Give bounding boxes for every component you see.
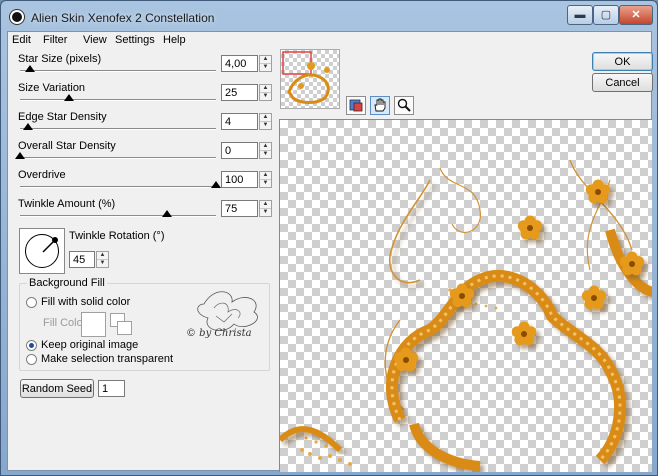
overall-star-density-spinner[interactable]: ▲ ▼ xyxy=(259,142,272,159)
slider-thumb[interactable] xyxy=(22,123,33,130)
watermark-text: © by Christa xyxy=(186,328,252,339)
zoom-tool[interactable] xyxy=(394,96,414,115)
spin-down-icon[interactable]: ▼ xyxy=(260,121,271,128)
twinkle-amount-input[interactable] xyxy=(221,200,258,217)
edge-star-density-spinner[interactable]: ▲ ▼ xyxy=(259,113,272,130)
spin-up-icon[interactable]: ▲ xyxy=(97,252,108,259)
spin-up-icon[interactable]: ▲ xyxy=(260,114,271,121)
app-icon[interactable] xyxy=(10,10,24,24)
star-size-input[interactable] xyxy=(221,55,258,72)
slider-label: Edge Star Density xyxy=(18,111,107,123)
random-seed-input[interactable] xyxy=(98,380,125,397)
spin-up-icon[interactable]: ▲ xyxy=(260,201,271,208)
star-size-spinner[interactable]: ▲ ▼ xyxy=(259,55,272,72)
size-variation-spinner[interactable]: ▲ ▼ xyxy=(259,84,272,101)
twinkle-rotation-spinner[interactable]: ▲ ▼ xyxy=(96,251,109,268)
random-seed-button[interactable]: Random Seed xyxy=(20,379,94,398)
spin-down-icon[interactable]: ▼ xyxy=(260,92,271,99)
rotation-handle[interactable] xyxy=(52,237,58,243)
minimize-button[interactable]: ▬ xyxy=(567,5,593,25)
rotation-dial[interactable] xyxy=(19,228,65,274)
overdrive-spinner[interactable]: ▲ ▼ xyxy=(259,171,272,188)
hand-icon xyxy=(374,98,386,112)
close-button[interactable]: ✕ xyxy=(619,5,653,25)
fill-color-swatch-bg[interactable] xyxy=(117,321,132,335)
spin-up-icon[interactable]: ▲ xyxy=(260,143,271,150)
menu-help[interactable]: Help xyxy=(163,34,186,46)
slider-track[interactable] xyxy=(20,70,216,72)
fill-color-label: Fill Color xyxy=(43,317,87,329)
slider-label: Overall Star Density xyxy=(18,140,116,152)
preview-compare-tool[interactable] xyxy=(346,96,366,115)
spin-down-icon[interactable]: ▼ xyxy=(97,259,108,266)
background-fill-title: Background Fill xyxy=(27,277,107,289)
slider-label: Overdrive xyxy=(18,169,66,181)
title-bar[interactable]: Alien Skin Xenofex 2 Constellation ▬ ▢ ✕ xyxy=(1,1,657,31)
menu-settings[interactable]: Settings xyxy=(115,34,155,46)
slider-track[interactable] xyxy=(20,186,216,188)
maximize-button[interactable]: ▢ xyxy=(593,5,619,25)
magnifier-icon xyxy=(397,98,411,112)
menu-view[interactable]: View xyxy=(83,34,107,46)
spin-down-icon[interactable]: ▼ xyxy=(260,208,271,215)
overdrive-input[interactable] xyxy=(221,171,258,188)
spin-down-icon[interactable]: ▼ xyxy=(260,150,271,157)
slider-thumb[interactable] xyxy=(162,210,172,217)
slider-track[interactable] xyxy=(20,128,216,130)
slider-thumb[interactable] xyxy=(15,152,25,159)
edge-star-density-input[interactable] xyxy=(221,113,258,130)
spin-down-icon[interactable]: ▼ xyxy=(260,63,271,70)
navigator-thumbnail[interactable] xyxy=(280,49,340,109)
twinkle-rotation-input[interactable] xyxy=(69,251,95,268)
spin-up-icon[interactable]: ▲ xyxy=(260,172,271,179)
plugin-window: Alien Skin Xenofex 2 Constellation ▬ ▢ ✕… xyxy=(0,0,658,476)
size-variation-input[interactable] xyxy=(221,84,258,101)
menu-bar: Edit Filter View Settings Help xyxy=(8,32,651,49)
hand-tool[interactable] xyxy=(370,96,390,115)
radio-keep-original[interactable] xyxy=(26,340,37,351)
window-title: Alien Skin Xenofex 2 Constellation xyxy=(31,11,215,25)
slider-thumb[interactable] xyxy=(211,181,221,188)
menu-filter[interactable]: Filter xyxy=(43,34,67,46)
twinkle-amount-spinner[interactable]: ▲ ▼ xyxy=(259,200,272,217)
preview-canvas[interactable] xyxy=(279,119,652,472)
spin-up-icon[interactable]: ▲ xyxy=(260,56,271,63)
overall-star-density-input[interactable] xyxy=(221,142,258,159)
radio-transparent[interactable] xyxy=(26,354,37,365)
slider-track[interactable] xyxy=(20,157,216,159)
slider-label: Twinkle Amount (%) xyxy=(18,198,116,210)
compare-icon xyxy=(349,99,363,112)
watermark: © by Christa xyxy=(184,284,274,344)
navigator-preview-icon xyxy=(282,51,330,104)
slider-track[interactable] xyxy=(20,215,216,217)
ornament-frame-image xyxy=(280,159,652,471)
radio-fill-solid[interactable] xyxy=(26,297,37,308)
cancel-button[interactable]: Cancel xyxy=(592,73,653,92)
twinkle-rotation-label: Twinkle Rotation (°) xyxy=(69,230,165,242)
radio-fill-solid-label[interactable]: Fill with solid color xyxy=(41,296,130,308)
spin-up-icon[interactable]: ▲ xyxy=(260,85,271,92)
spin-down-icon[interactable]: ▼ xyxy=(260,179,271,186)
fill-color-swatch[interactable] xyxy=(81,312,106,337)
rotation-needle-icon xyxy=(42,237,58,253)
slider-label: Star Size (pixels) xyxy=(18,53,102,65)
radio-keep-original-label[interactable]: Keep original image xyxy=(41,339,138,351)
ok-button[interactable]: OK xyxy=(592,52,653,71)
slider-track[interactable] xyxy=(20,99,216,101)
slider-thumb[interactable] xyxy=(24,65,35,72)
menu-edit[interactable]: Edit xyxy=(12,34,31,46)
slider-thumb[interactable] xyxy=(64,94,74,101)
dialog-client: Edit Filter View Settings Help Star Size… xyxy=(7,31,653,472)
navigator-viewport[interactable] xyxy=(282,51,312,75)
radio-transparent-label[interactable]: Make selection transparent xyxy=(41,353,173,365)
slider-label: Size Variation xyxy=(18,82,86,94)
